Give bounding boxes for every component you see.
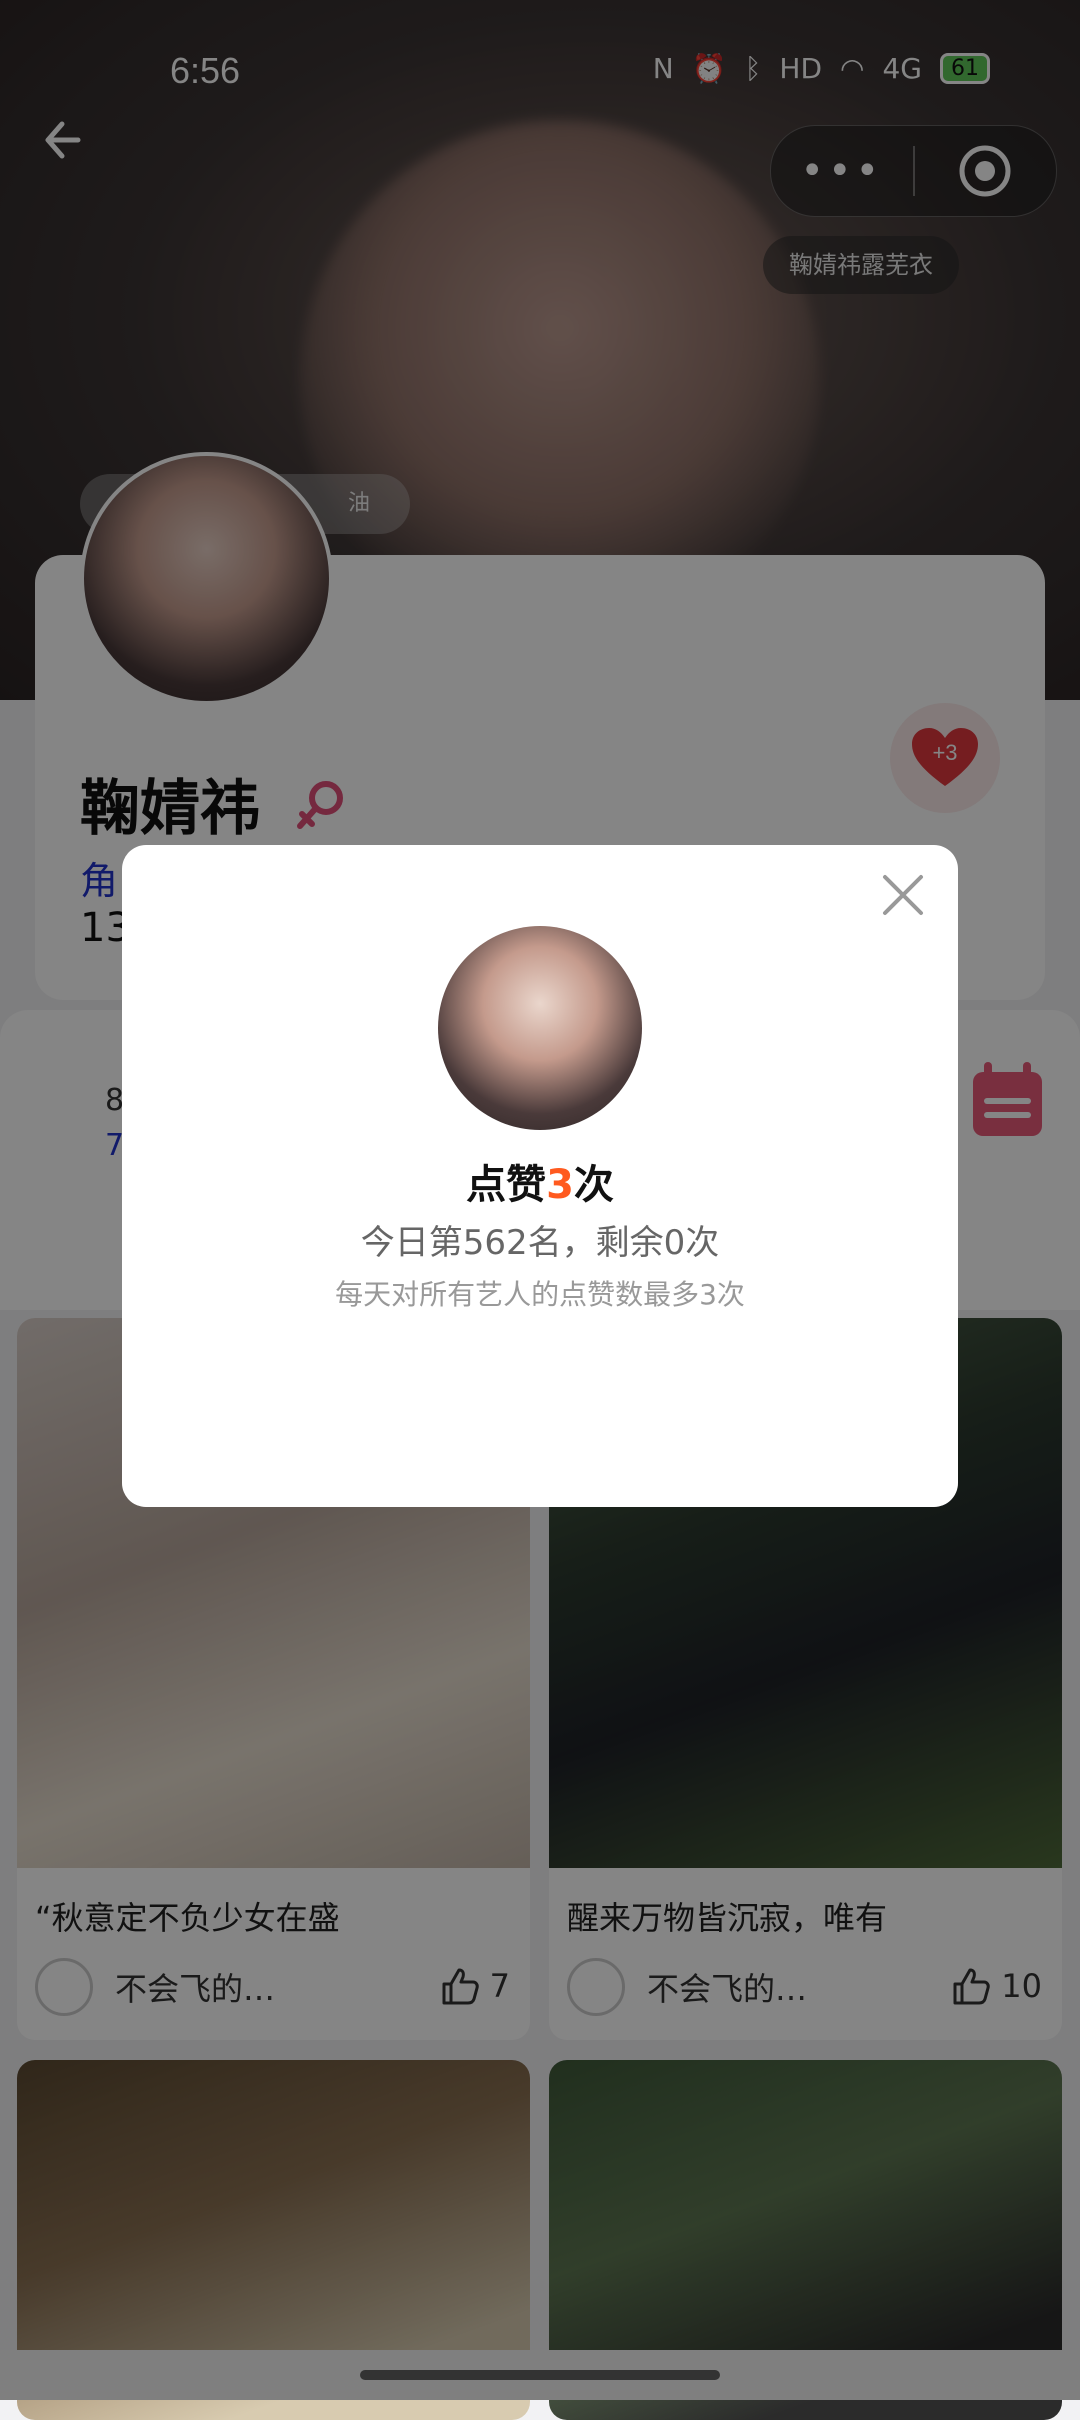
dialog-like-count: 3: [546, 1162, 574, 1208]
close-icon[interactable]: [880, 872, 926, 918]
home-indicator[interactable]: [360, 2370, 720, 2380]
dialog-title-prefix: 点赞: [466, 1162, 547, 1208]
dialog-rank-text: 今日第562名，剩余0次: [360, 1223, 720, 1263]
dialog-note: 每天对所有艺人的点赞数最多3次: [335, 1278, 745, 1311]
dialog-title: 点赞3次: [0, 1152, 1080, 1210]
dialog-avatar: [438, 926, 642, 1130]
dialog-title-suffix: 次: [573, 1162, 614, 1208]
